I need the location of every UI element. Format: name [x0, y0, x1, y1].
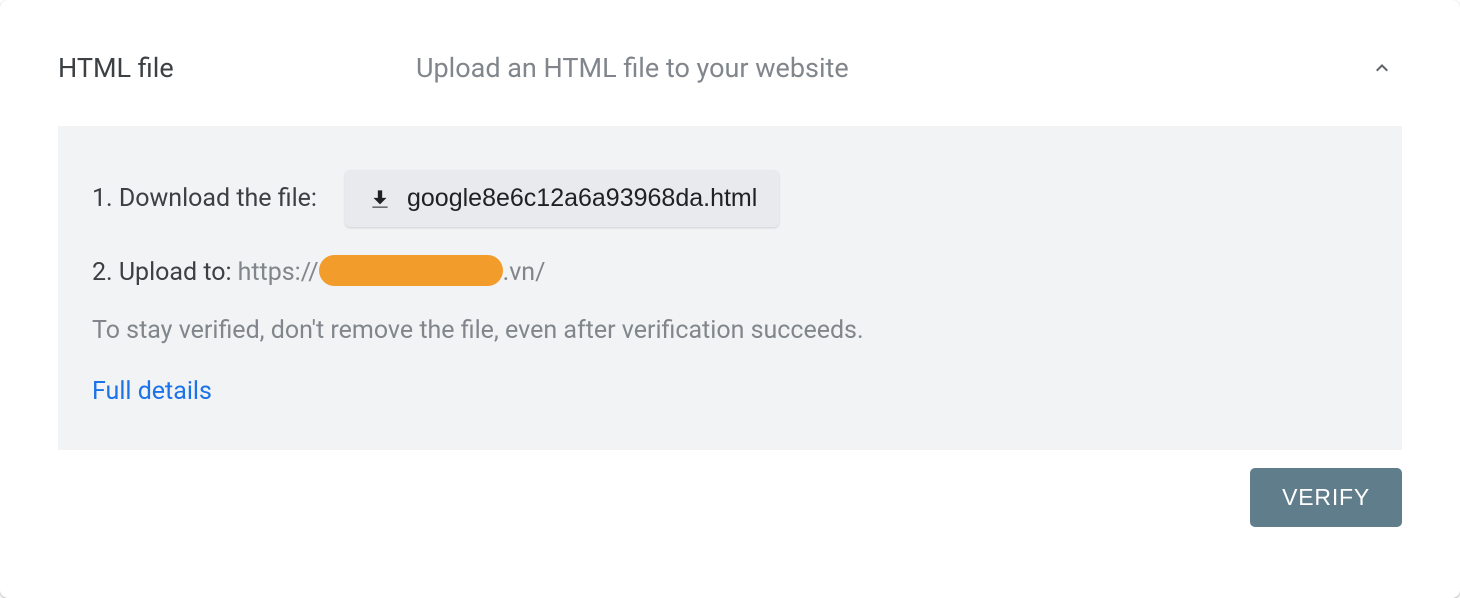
chevron-up-icon	[1370, 56, 1394, 80]
download-file-button[interactable]: google8e6c12a6a93968da.html	[345, 170, 779, 227]
step-upload-label: 2. Upload to:	[92, 258, 232, 287]
full-details-link[interactable]: Full details	[92, 377, 212, 406]
step-upload-row: 2. Upload to: https:// .vn/	[92, 257, 1368, 288]
verification-card: HTML file Upload an HTML file to your we…	[0, 0, 1460, 598]
step-download-row: 1. Download the file: google8e6c12a6a939…	[92, 170, 1368, 227]
verify-row: VERIFY	[0, 450, 1460, 527]
download-icon	[367, 186, 393, 212]
card-subtitle: Upload an HTML file to your website	[416, 52, 1362, 84]
redacted-domain	[319, 255, 503, 286]
step-download-label: 1. Download the file:	[92, 184, 317, 213]
download-filename: google8e6c12a6a93968da.html	[407, 184, 757, 213]
upload-url-suffix: .vn/	[503, 258, 546, 287]
card-title: HTML file	[58, 52, 416, 84]
upload-url-prefix: https://	[238, 258, 319, 287]
card-header: HTML file Upload an HTML file to your we…	[0, 0, 1460, 88]
collapse-toggle[interactable]	[1362, 48, 1402, 88]
instructions-panel: 1. Download the file: google8e6c12a6a939…	[58, 126, 1402, 450]
verify-button[interactable]: VERIFY	[1250, 468, 1402, 527]
verification-note: To stay verified, don't remove the file,…	[92, 316, 1368, 345]
